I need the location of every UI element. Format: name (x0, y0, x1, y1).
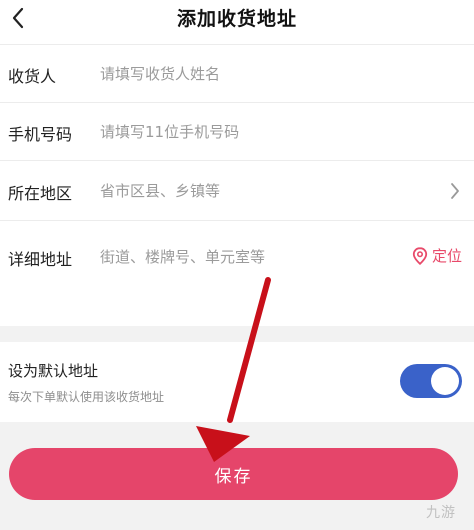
default-address-subtitle: 每次下单默认使用该收货地址 (8, 390, 165, 404)
locate-label: 定位 (431, 247, 462, 265)
watermark-logo: 九游 (426, 505, 456, 521)
region-label: 所在地区 (8, 184, 73, 203)
recipient-input[interactable] (100, 64, 380, 84)
address-form: 收货人 手机号码 所在地区 详细地址 定位 (0, 44, 474, 326)
locate-button[interactable]: 定位 (412, 245, 462, 266)
location-pin-icon (412, 246, 428, 265)
default-address-toggle[interactable] (400, 364, 462, 398)
region-row[interactable]: 所在地区 (0, 160, 474, 221)
detail-label: 详细地址 (8, 250, 73, 269)
toggle-knob (431, 367, 459, 395)
detail-input[interactable] (100, 247, 370, 267)
default-address-title: 设为默认地址 (8, 362, 99, 380)
chevron-right-icon (451, 183, 459, 199)
phone-input[interactable] (100, 122, 380, 142)
save-button[interactable]: 保存 (9, 448, 458, 500)
default-address-section: 设为默认地址 每次下单默认使用该收货地址 (0, 342, 474, 422)
add-address-page: 添加收货地址 收货人 手机号码 所在地区 详细地址 (0, 0, 474, 530)
detail-row: 详细地址 定位 (0, 220, 474, 327)
header-bar: 添加收货地址 (0, 0, 474, 44)
region-input[interactable] (100, 181, 380, 201)
phone-label: 手机号码 (8, 125, 73, 144)
recipient-row: 收货人 (0, 44, 474, 103)
phone-row: 手机号码 (0, 102, 474, 161)
page-title: 添加收货地址 (176, 8, 297, 30)
recipient-label: 收货人 (8, 67, 57, 86)
